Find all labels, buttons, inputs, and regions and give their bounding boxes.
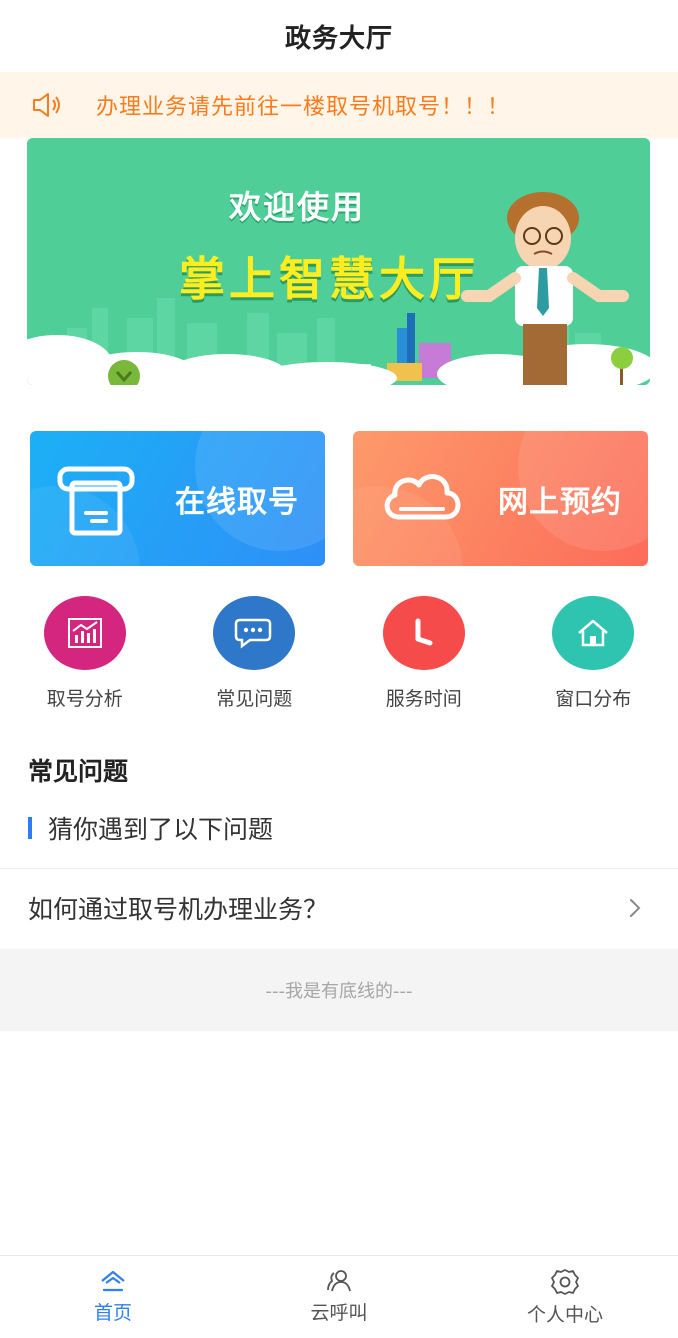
shortcut-ticket-analysis[interactable]: 取号分析: [0, 596, 170, 711]
page-title: 政务大厅: [284, 23, 393, 54]
home-outline-icon: [101, 1270, 125, 1292]
tab-bar: 首页 云呼叫 个人中心: [0, 1255, 678, 1338]
banner-welcome-text: 欢迎使用: [229, 188, 366, 226]
end-of-list: ---我是有底线的---: [0, 949, 678, 1031]
banner-title-text: 掌上智慧大厅: [179, 252, 479, 306]
tab-label: 云呼叫: [310, 1302, 368, 1324]
shortcut-grid: 取号分析 常见问题 服务时间 窗口分布: [0, 596, 678, 711]
clock-icon: [382, 596, 465, 670]
online-ticket-button[interactable]: 在线取号: [30, 431, 325, 566]
chevron-right-icon: [630, 899, 641, 917]
home-icon: [552, 596, 635, 670]
accent-bar: [28, 817, 32, 839]
notice-bar[interactable]: 办理业务请先前往一楼取号机取号！！！: [0, 72, 678, 138]
banner-carousel[interactable]: 欢迎使用 掌上智慧大厅: [27, 138, 650, 385]
chat-icon: [213, 596, 296, 670]
tab-profile[interactable]: 个人中心: [452, 1256, 678, 1338]
shortcut-service-time[interactable]: 服务时间: [339, 596, 509, 711]
shortcut-label: 取号分析: [46, 688, 123, 710]
shortcut-label: 服务时间: [385, 688, 462, 710]
carousel-dot[interactable]: [325, 374, 335, 383]
cloud-icon: [384, 474, 461, 520]
faq-item[interactable]: 如何通过取号机办理业务？: [0, 869, 678, 947]
people-icon: [327, 1270, 351, 1292]
end-of-list-text: ---我是有底线的---: [265, 981, 413, 1002]
shortcut-label: 窗口分布: [555, 688, 632, 710]
chart-icon: [43, 596, 126, 670]
shortcut-label: 常见问题: [216, 688, 293, 710]
faq-question: 如何通过取号机办理业务？: [28, 895, 329, 924]
online-ticket-label: 在线取号: [175, 484, 299, 520]
ticket-machine-icon: [57, 466, 135, 536]
tab-label: 首页: [93, 1302, 132, 1324]
faq-section-title: 常见问题: [28, 757, 129, 786]
shortcut-faq[interactable]: 常见问题: [170, 596, 340, 711]
top-bar: 政务大厅: [0, 0, 678, 72]
primary-actions: 在线取号 网上预约: [30, 431, 648, 566]
tab-cloud-call[interactable]: 云呼叫: [226, 1256, 452, 1338]
tab-home[interactable]: 首页: [0, 1256, 226, 1338]
notice-text: 办理业务请先前往一楼取号机取号！！！: [96, 95, 511, 120]
online-appointment-button[interactable]: 网上预约: [353, 431, 648, 566]
carousel-indicator: [27, 374, 650, 383]
gear-icon: [551, 1269, 579, 1295]
online-appointment-label: 网上预约: [498, 484, 622, 520]
faq-subtitle-text: 猜你遇到了以下问题: [48, 815, 274, 844]
faq-subtitle: 猜你遇到了以下问题: [28, 812, 273, 844]
carousel-dot-active[interactable]: [342, 374, 352, 383]
speaker-icon: [33, 93, 60, 117]
shortcut-window-distribution[interactable]: 窗口分布: [509, 596, 678, 711]
tab-label: 个人中心: [526, 1304, 603, 1326]
